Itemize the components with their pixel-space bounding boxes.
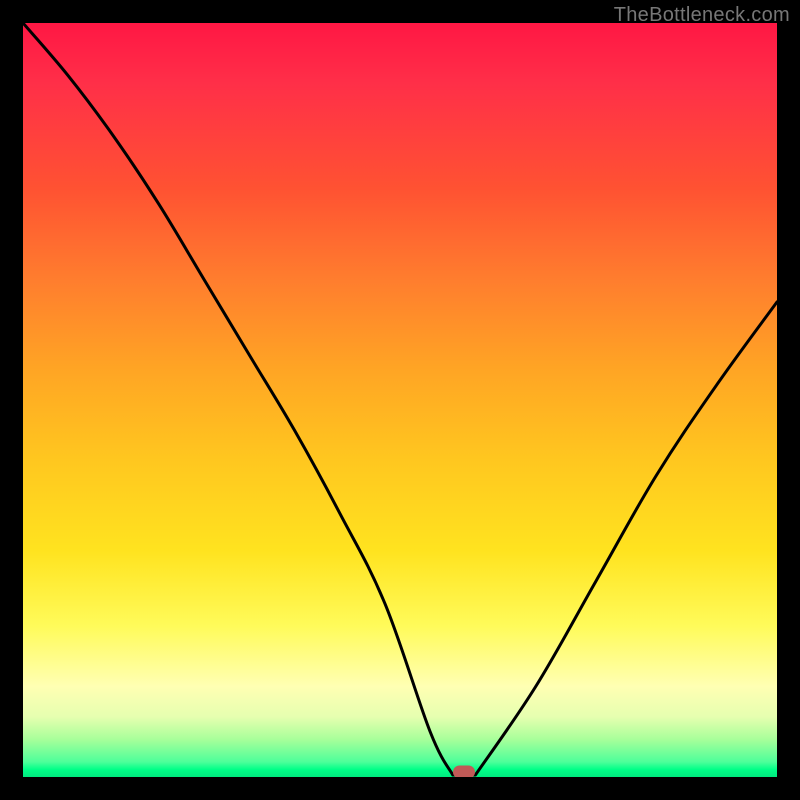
curve-path [23, 23, 777, 775]
bottleneck-curve [23, 23, 777, 777]
chart-frame: TheBottleneck.com [0, 0, 800, 800]
plot-area [23, 23, 777, 777]
optimum-marker [453, 765, 475, 777]
attribution-watermark: TheBottleneck.com [614, 4, 790, 27]
